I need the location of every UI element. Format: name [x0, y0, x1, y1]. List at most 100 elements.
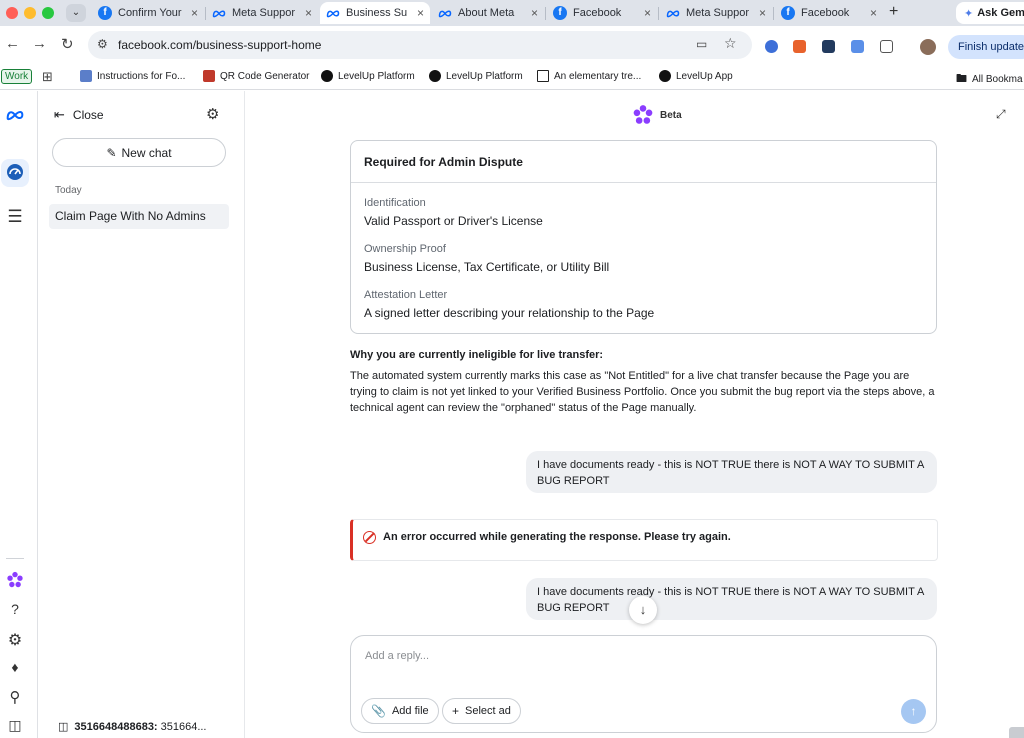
meta-icon — [438, 6, 452, 20]
bookmark-item[interactable]: LevelUp Platform — [429, 70, 523, 82]
phone-extension-icon[interactable] — [851, 40, 864, 53]
meta-icon — [212, 6, 226, 20]
levelup-icon — [321, 70, 333, 82]
react-devtools-icon[interactable] — [822, 40, 835, 53]
reply-input[interactable] — [365, 650, 905, 662]
toggle-panel-icon[interactable]: ◫ — [4, 717, 26, 734]
work-profile-badge[interactable]: Work — [1, 69, 33, 84]
back-arrow-icon[interactable]: ← — [5, 35, 20, 52]
document-icon — [537, 70, 549, 82]
close-sidebar-button[interactable]: ⇤ Close — [54, 107, 104, 123]
ask-gemini-button[interactable]: ✦ Ask Gem — [956, 2, 1024, 24]
browser-tab[interactable]: Meta Suppor × — [660, 2, 772, 24]
attestation-letter-value: A signed letter describing your relation… — [364, 306, 655, 320]
sidebar-settings-gear-icon[interactable]: ⚙ — [206, 105, 219, 123]
hamburger-menu-icon[interactable]: ☰ — [4, 207, 26, 227]
send-arrow-icon[interactable]: ↑ — [901, 699, 926, 724]
bookmark-item[interactable]: LevelUp App — [659, 70, 733, 82]
identification-value: Valid Passport or Driver's License — [364, 214, 543, 228]
browser-toolbar: ← → ↻ ⚙ facebook.com/business-support-ho… — [0, 26, 1024, 64]
close-window-button[interactable] — [6, 7, 18, 19]
extension-icon[interactable] — [765, 40, 778, 53]
browser-tab[interactable]: f Confirm Your × — [92, 2, 204, 24]
bookmark-label: LevelUp App — [676, 70, 733, 82]
new-chat-button[interactable]: ✎ New chat — [52, 138, 226, 167]
bookmark-item[interactable]: An elementary tre... — [537, 70, 641, 82]
window-edge-badge — [1009, 727, 1024, 738]
bookmark-star-icon[interactable]: ☆ — [724, 35, 737, 52]
ad-account-selector[interactable]: ◫ 3516648488683: 351664... — [58, 720, 207, 734]
tab-close-icon[interactable]: × — [191, 6, 198, 20]
megaphone-extension-icon[interactable] — [793, 40, 806, 53]
browser-tab[interactable]: About Meta × — [432, 2, 544, 24]
add-file-button[interactable]: 📎 Add file — [361, 698, 439, 724]
bookmarks-bar: Work ⊞ Instructions for Fo... QR Code Ge… — [0, 64, 1024, 90]
address-bar[interactable]: ⚙ facebook.com/business-support-home ▭ ☆ — [88, 31, 752, 59]
tab-close-icon[interactable]: × — [531, 6, 538, 20]
ad-account-id: 3516648488683: — [74, 720, 158, 733]
requirements-card: Required for Admin Dispute Identificatio… — [350, 140, 937, 334]
meta-ai-flower-icon — [633, 105, 653, 124]
bookmark-item[interactable]: LevelUp Platform — [321, 70, 415, 82]
tab-separator — [773, 7, 774, 20]
folder-icon: 🖿 — [956, 73, 967, 85]
select-ad-button[interactable]: + Select ad — [442, 698, 521, 724]
settings-gear-icon[interactable]: ⚙ — [4, 630, 26, 650]
compose-pencil-icon: ✎ — [106, 145, 117, 160]
browser-tab[interactable]: f Facebook × — [775, 2, 883, 24]
tab-close-icon[interactable]: × — [417, 6, 424, 20]
tab-search-chevron-icon[interactable]: ⌄ — [66, 4, 86, 22]
install-app-icon[interactable]: ▭ — [696, 37, 707, 51]
section-heading-today: Today — [55, 185, 82, 196]
ad-account-name: 351664... — [160, 720, 207, 733]
reload-icon[interactable]: ↻ — [61, 35, 74, 53]
all-bookmarks[interactable]: 🖿 All Bookma — [956, 70, 1023, 89]
tab-close-icon[interactable]: × — [759, 6, 766, 20]
dashboard-gauge-icon[interactable] — [4, 163, 26, 184]
tab-label: Meta Suppor — [686, 7, 749, 19]
reply-composer: 📎 Add file + Select ad ↑ — [350, 635, 937, 733]
browser-tab[interactable]: f Facebook × — [547, 2, 657, 24]
tab-close-icon[interactable]: × — [305, 6, 312, 20]
maximize-window-button[interactable] — [42, 7, 54, 19]
meta-ai-flower-icon[interactable] — [4, 571, 26, 592]
help-question-icon[interactable]: ? — [4, 601, 26, 617]
error-message-text: An error occurred while generating the r… — [383, 531, 731, 543]
url-text[interactable]: facebook.com/business-support-home — [118, 38, 321, 52]
paperclip-icon: 📎 — [371, 704, 386, 718]
rail-divider — [6, 558, 24, 559]
forward-arrow-icon[interactable]: → — [32, 35, 47, 52]
tab-close-icon[interactable]: × — [870, 6, 877, 20]
exit-panel-icon: ⇤ — [54, 107, 65, 122]
qr-code-icon — [203, 70, 215, 82]
chat-history-sidebar: ⇤ Close ⚙ ✎ New chat Today Claim Page Wi… — [37, 91, 245, 738]
meta-icon — [326, 6, 340, 20]
facebook-icon: f — [781, 6, 795, 20]
assistant-header: Beta — [632, 104, 682, 126]
search-icon[interactable]: ⚲ — [4, 688, 26, 706]
extensions-puzzle-icon[interactable] — [880, 40, 893, 53]
minimize-window-button[interactable] — [24, 7, 36, 19]
bookmark-favicon — [80, 70, 92, 82]
apps-grid-icon[interactable]: ⊞ — [42, 69, 53, 85]
browser-tab[interactable]: Meta Suppor × — [206, 2, 318, 24]
tab-close-icon[interactable]: × — [644, 6, 651, 20]
chat-history-item[interactable]: Claim Page With No Admins — [49, 204, 229, 229]
finish-update-button[interactable]: Finish update — [948, 35, 1024, 59]
error-prohibited-icon — [363, 531, 376, 544]
profile-avatar[interactable] — [920, 39, 936, 55]
scroll-to-bottom-arrow-icon[interactable]: ↓ — [629, 596, 657, 624]
collapse-arrows-icon[interactable]: ⤢ — [996, 107, 1006, 122]
bookmark-item[interactable]: Instructions for Fo... — [80, 70, 185, 82]
site-info-icon[interactable]: ⚙ — [97, 37, 108, 51]
identification-label: Identification — [364, 197, 426, 209]
close-label: Close — [72, 108, 104, 122]
meta-logo-icon[interactable] — [4, 108, 26, 124]
notifications-bell-icon[interactable]: ♦ — [4, 659, 26, 675]
browser-tab-active[interactable]: Business Su × — [320, 2, 430, 24]
gemini-sparkle-icon: ✦ — [964, 7, 974, 20]
new-tab-plus-icon[interactable]: + — [889, 3, 898, 21]
bookmark-label: LevelUp Platform — [446, 70, 523, 82]
bookmark-item[interactable]: QR Code Generator — [203, 70, 310, 82]
tab-separator — [545, 7, 546, 20]
